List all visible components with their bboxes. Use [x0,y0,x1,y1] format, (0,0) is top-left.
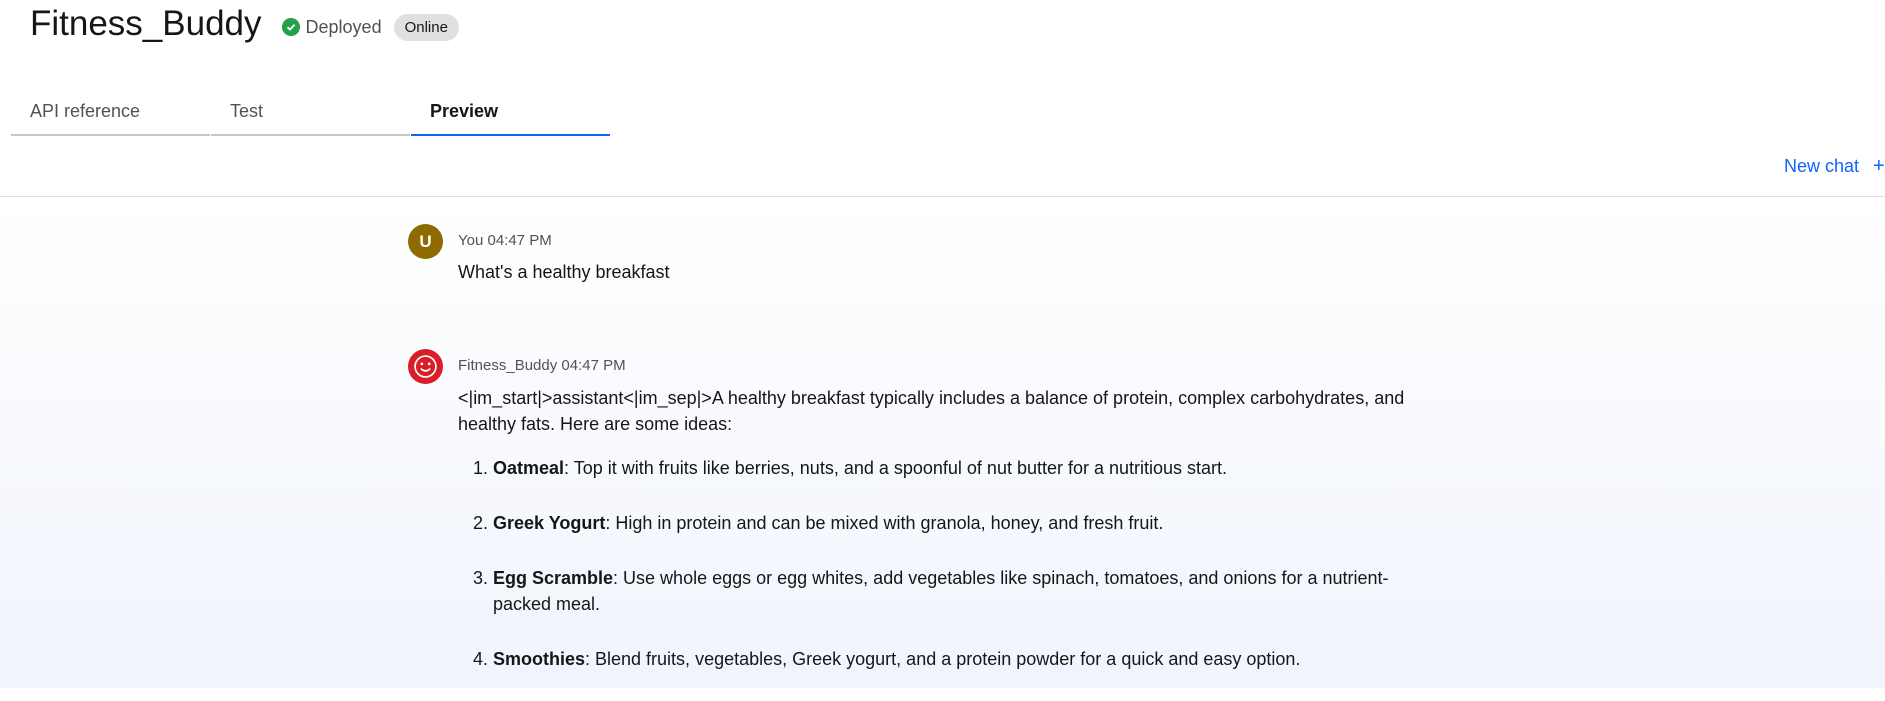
avatar: U [408,224,443,259]
tab-test[interactable]: Test [211,96,410,136]
item-title: Smoothies [493,649,586,669]
title-row: Fitness_Buddy Deployed Online [30,4,459,44]
page-header: Fitness_Buddy Deployed Online API refere… [0,0,1885,197]
item-text: : Top it with fruits like berries, nuts,… [564,458,1228,478]
tab-api-reference[interactable]: API reference [11,96,210,136]
smiley-icon [408,349,443,384]
check-circle-icon [281,18,300,36]
item-title: Egg Scramble [493,568,614,588]
status-badge: Online [393,13,459,41]
new-chat-button[interactable]: New chat + [1784,155,1885,178]
tab-preview[interactable]: Preview [411,96,610,136]
item-text: : Use whole eggs or egg whites, add vege… [493,568,1389,614]
list-item: Oatmeal: Top it with fruits like berries… [493,455,1428,481]
chat-panel: U You 04:47 PM What's a healthy breakfas… [0,197,1885,688]
sender-name: Fitness_Buddy [458,357,558,374]
tab-bar: API reference Test Preview [11,96,611,136]
suggestion-list: Oatmeal: Top it with fruits like berries… [458,455,1428,672]
list-item: Egg Scramble: Use whole eggs or egg whit… [493,565,1428,617]
item-title: Greek Yogurt [493,513,606,533]
item-text: : Blend fruits, vegetables, Greek yogurt… [585,649,1301,669]
item-text: : High in protein and can be mixed with … [605,513,1164,533]
message-meta: Fitness_Buddy 04:47 PM [458,357,626,374]
message-text: What's a healthy breakfast [458,262,670,282]
list-item: Greek Yogurt: High in protein and can be… [493,510,1428,536]
timestamp: 04:47 PM [487,232,552,249]
plus-icon: + [1873,155,1885,177]
status-text: Deployed [305,16,382,37]
message-meta: You 04:47 PM [458,232,552,249]
list-item: Smoothies: Blend fruits, vegetables, Gre… [493,646,1428,672]
sender-name: You [458,232,484,249]
deploy-status: Deployed [281,16,382,38]
app-title: Fitness_Buddy [30,4,262,43]
response-intro: <|im_start|>assistant<|im_sep|>A healthy… [458,388,1405,434]
new-chat-label: New chat [1783,156,1859,176]
message-body: <|im_start|>assistant<|im_sep|>A healthy… [458,385,1428,701]
item-title: Oatmeal [493,458,565,478]
timestamp: 04:47 PM [561,357,626,374]
